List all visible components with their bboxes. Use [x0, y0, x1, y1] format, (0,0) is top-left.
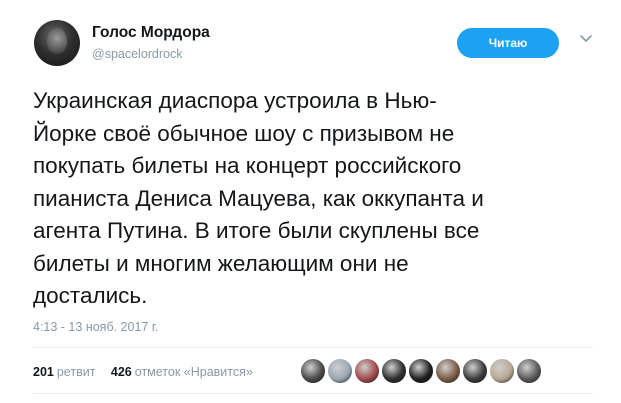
retweet-label: ретвит	[56, 365, 96, 379]
divider	[33, 347, 593, 348]
likes-stat[interactable]: 426 отметок «Нравится»	[111, 365, 253, 379]
tweet-text-line: Украинская диаспора устроила в Нью-	[33, 88, 437, 113]
liker-avatar[interactable]	[327, 358, 353, 384]
liker-avatar[interactable]	[462, 358, 488, 384]
retweet-stat[interactable]: 201 ретвит	[33, 365, 95, 379]
divider	[33, 393, 593, 394]
liker-avatar[interactable]	[408, 358, 434, 384]
likes-label: отметок «Нравится»	[134, 365, 253, 379]
tweet-text-line: агента Путина. В итоге были скуплены все	[33, 218, 480, 243]
likes-count: 426	[110, 365, 132, 379]
avatar[interactable]	[34, 20, 80, 66]
liker-avatar[interactable]	[435, 358, 461, 384]
chevron-down-icon[interactable]	[579, 33, 593, 45]
tweet-stats: 201 ретвит 426 отметок «Нравится»	[33, 365, 265, 379]
tweet-text-line: Йорке своё обычное шоу с призывом не	[33, 120, 455, 146]
tweet-text-line: достались.	[33, 283, 148, 308]
liker-avatar[interactable]	[354, 358, 380, 384]
tweet-timestamp[interactable]: 4:13 - 13 нояб. 2017 г.	[33, 320, 158, 334]
liker-avatar[interactable]	[300, 358, 326, 384]
tweet-text-line: покупать билеты на концерт российского	[33, 153, 462, 178]
tweet-text-line: билеты и многим желающим они не	[33, 250, 409, 276]
avatar-face	[47, 28, 67, 54]
liker-avatar[interactable]	[489, 358, 515, 384]
tweet-text-line: пианиста Дениса Мацуева, как оккупанта и	[33, 185, 484, 211]
author-handle[interactable]: @spacelordrock	[92, 47, 183, 61]
follow-button[interactable]: Читаю	[457, 28, 559, 58]
author-display-name[interactable]: Голос Мордора	[92, 24, 210, 42]
liker-avatar[interactable]	[381, 358, 407, 384]
tweet-text: Украинская диаспора устроила в Нью- Йорк…	[33, 85, 593, 313]
liker-avatar[interactable]	[516, 358, 542, 384]
retweet-count: 201	[33, 365, 54, 379]
